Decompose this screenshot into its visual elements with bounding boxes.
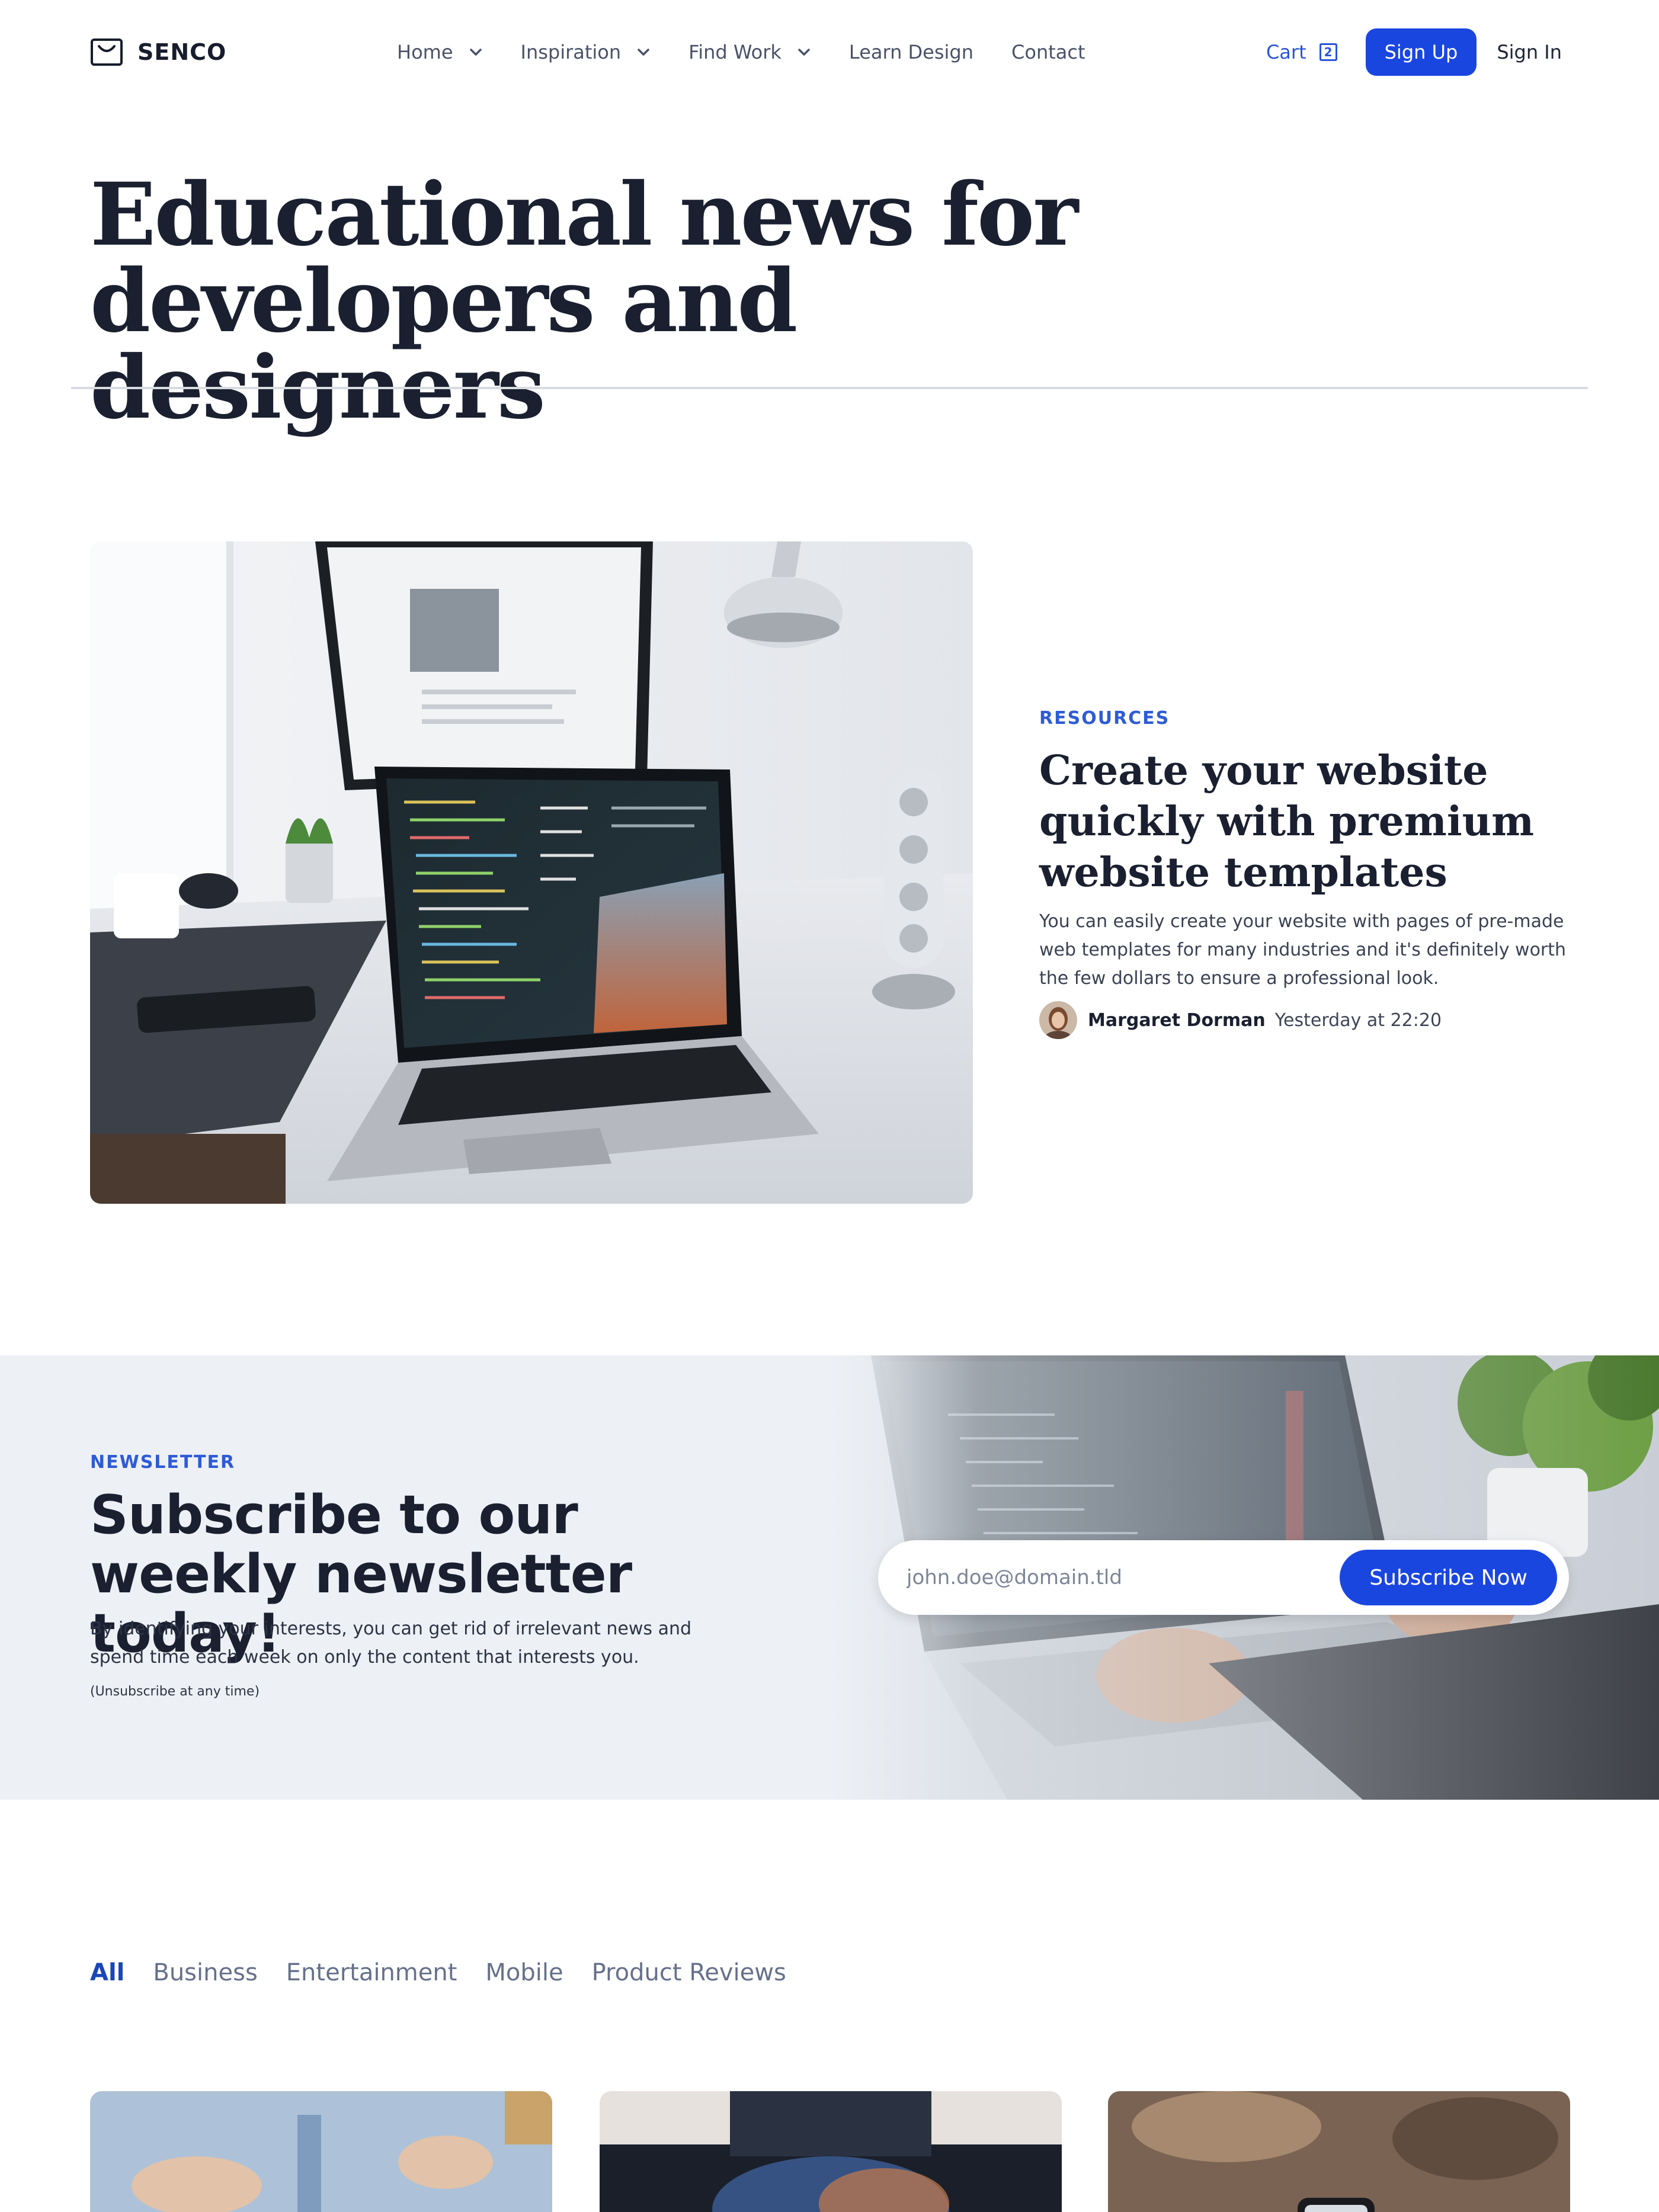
nav-item-learn-design[interactable]: Learn Design bbox=[849, 41, 973, 63]
tab-entertainment[interactable]: Entertainment bbox=[286, 1959, 457, 1986]
article-author: Margaret Dorman Yesterday at 22:20 bbox=[1039, 1001, 1442, 1039]
shopping-bag-icon bbox=[91, 39, 123, 66]
article-category[interactable]: RESOURCES bbox=[1039, 708, 1170, 729]
article-card-image[interactable] bbox=[600, 2091, 1062, 2212]
newsletter-form: Subscribe Now bbox=[878, 1540, 1569, 1615]
nav-item-label: Contact bbox=[1011, 41, 1085, 63]
nav-item-label: Inspiration bbox=[520, 41, 622, 63]
subscribe-button[interactable]: Subscribe Now bbox=[1340, 1550, 1557, 1605]
featured-article-title[interactable]: Create your website quickly with premium… bbox=[1039, 745, 1572, 898]
nav-item-find-work[interactable]: Find Work bbox=[688, 41, 811, 63]
featured-article-excerpt: You can easily create your website with … bbox=[1039, 911, 1567, 989]
newsletter-description: By identifying your interests, you can g… bbox=[90, 1618, 692, 1668]
chevron-down-icon bbox=[469, 49, 482, 56]
tab-business[interactable]: Business bbox=[153, 1959, 257, 1986]
brand-name: SENCO bbox=[137, 39, 227, 65]
article-card-image[interactable] bbox=[1108, 2091, 1570, 2212]
cart-label: Cart bbox=[1266, 41, 1306, 63]
cart-count-badge: 2 bbox=[1319, 43, 1337, 61]
divider bbox=[71, 387, 1588, 389]
main-menu: Home Inspiration Find Work Learn Design … bbox=[397, 36, 1123, 69]
nav-item-inspiration[interactable]: Inspiration bbox=[521, 41, 651, 63]
logo[interactable]: SENCO bbox=[90, 37, 226, 68]
tab-mobile[interactable]: Mobile bbox=[485, 1959, 563, 1986]
nav-item-label: Find Work bbox=[688, 41, 782, 63]
top-navigation: SENCO Home Inspiration Find Work Learn D… bbox=[0, 0, 1659, 104]
nav-item-label: Home bbox=[397, 41, 453, 63]
sign-in-link[interactable]: Sign In bbox=[1497, 41, 1562, 63]
newsletter-section: NEWSLETTER Subscribe to our weekly newsl… bbox=[0, 1355, 1659, 1800]
newsletter-label: NEWSLETTER bbox=[90, 1452, 236, 1473]
chevron-down-icon bbox=[638, 49, 649, 56]
article-card-image[interactable] bbox=[90, 2091, 552, 2212]
sign-up-button[interactable]: Sign Up bbox=[1365, 28, 1477, 76]
laptop-desk-photo bbox=[90, 541, 973, 1204]
tab-all[interactable]: All bbox=[90, 1959, 124, 1986]
account-actions: Cart 2 Sign Up Sign In bbox=[1266, 28, 1562, 76]
chevron-down-icon bbox=[798, 49, 810, 56]
tab-product-reviews[interactable]: Product Reviews bbox=[592, 1959, 786, 1986]
publish-time: Yesterday at 22:20 bbox=[1274, 1009, 1442, 1031]
avatar bbox=[1039, 1001, 1077, 1039]
smartphone-photo bbox=[1108, 2091, 1570, 2212]
page-title: Educational news for developers and desi… bbox=[90, 172, 1275, 431]
featured-article-image[interactable] bbox=[90, 541, 973, 1204]
nav-item-label: Learn Design bbox=[848, 41, 974, 63]
nav-item-home[interactable]: Home bbox=[397, 41, 483, 63]
unsubscribe-note: (Unsubscribe at any time) bbox=[90, 1684, 260, 1699]
business-meeting-photo bbox=[90, 2091, 552, 2212]
monitor-photo bbox=[600, 2091, 1062, 2212]
cart-link[interactable]: Cart 2 bbox=[1266, 41, 1337, 63]
category-tabs: All Business Entertainment Mobile Produc… bbox=[90, 1955, 815, 1990]
author-name[interactable]: Margaret Dorman bbox=[1088, 1010, 1266, 1031]
page-title-line-2: developers and designers bbox=[90, 251, 798, 438]
nav-item-contact[interactable]: Contact bbox=[1011, 41, 1085, 63]
email-field[interactable] bbox=[907, 1558, 1321, 1597]
